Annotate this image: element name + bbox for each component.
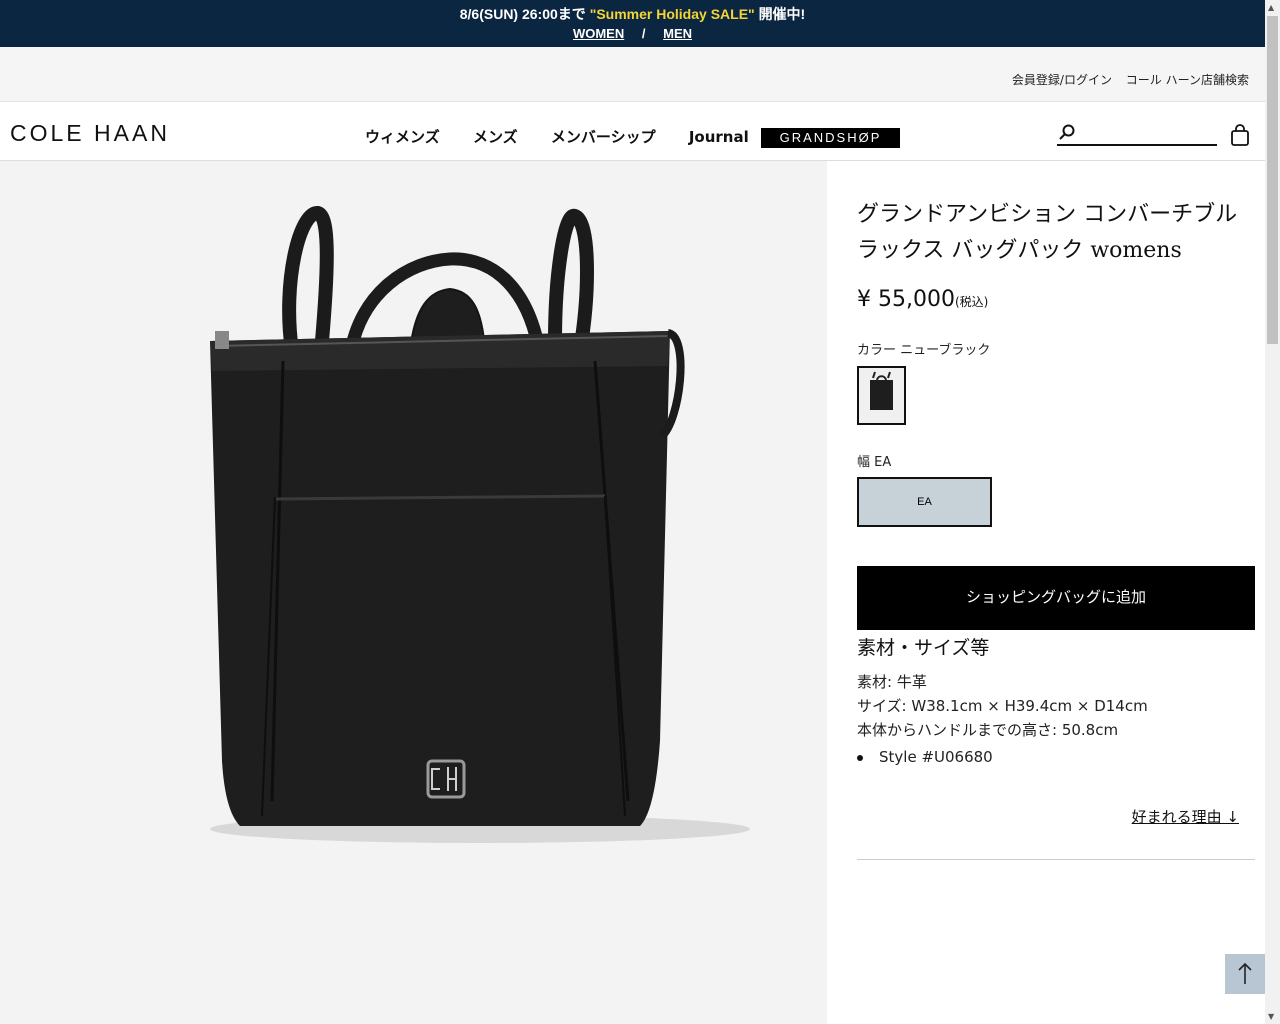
promo-women-link[interactable]: WOMEN <box>573 26 624 41</box>
page: 8/6(SUN) 26:00まで "Summer Holiday SALE" 開… <box>0 0 1280 1024</box>
spec-heading: 素材・サイズ等 <box>857 637 990 659</box>
search-input[interactable] <box>1079 122 1215 144</box>
spec-style: Style #U06680 <box>857 748 993 766</box>
promo-line: 8/6(SUN) 26:00まで "Summer Holiday SALE" 開… <box>0 4 1265 24</box>
promo-status: 開催中! <box>758 6 806 22</box>
grandshop-link[interactable]: GRANDSHØP <box>761 128 900 148</box>
add-to-bag-button[interactable]: ショッピングバッグに追加 <box>857 566 1255 630</box>
product-image[interactable] <box>0 161 827 1024</box>
color-label: カラー ニューブラック <box>857 343 991 358</box>
product-price: ¥ 55,000(税込) <box>857 287 988 312</box>
nav-journal[interactable]: Journal <box>689 128 749 146</box>
promo-men-link[interactable]: MEN <box>663 26 692 41</box>
search-box <box>1057 122 1217 146</box>
scroll-down-icon[interactable]: ▼ <box>1268 1012 1277 1021</box>
swatch-thumbnail <box>859 368 904 423</box>
divider <box>857 859 1255 860</box>
search-icon[interactable] <box>1059 124 1075 140</box>
spec-handle-height: 本体からハンドルまでの高さ: 50.8cm <box>857 721 1119 739</box>
promo-banner: 8/6(SUN) 26:00まで "Summer Holiday SALE" 開… <box>0 0 1265 47</box>
bag-icon[interactable] <box>1231 124 1249 146</box>
product-details: グランドアンビション コンバーチブル ラックス バッグパック womens ¥ … <box>857 161 1255 1024</box>
scroll-up-icon[interactable]: ▲ <box>1268 3 1277 12</box>
promo-separator: / <box>641 26 646 41</box>
bullet-icon <box>857 754 863 761</box>
nav-membership[interactable]: メンバーシップ <box>551 128 656 146</box>
spec-material: 素材: 牛革 <box>857 673 927 691</box>
spec-size: サイズ: W38.1cm × H39.4cm × D14cm <box>857 697 1148 715</box>
nav-women[interactable]: ウィメンズ <box>365 128 440 146</box>
scroll-thumb[interactable] <box>1267 16 1278 344</box>
site-header: COLE HAAN ウィメンズ メンズ メンバーシップ Journal GRAN… <box>0 102 1265 161</box>
product-image-area <box>0 161 827 1024</box>
nav-men[interactable]: メンズ <box>473 128 518 146</box>
brand-logo[interactable]: COLE HAAN <box>10 120 170 147</box>
main-nav: ウィメンズ メンズ メンバーシップ Journal <box>365 126 777 147</box>
promo-links: WOMEN / MEN <box>0 26 1265 41</box>
arrow-up-icon <box>1238 962 1252 984</box>
promo-sale-name: "Summer Holiday SALE" <box>589 6 755 22</box>
scrollbar[interactable]: ▲ ▼ <box>1265 0 1280 1024</box>
store-search-link[interactable]: コール ハーン店舗検索 <box>1126 73 1249 87</box>
price-value: ¥ 55,000 <box>857 287 955 312</box>
reason-link[interactable]: 好まれる理由 ↓ <box>1132 806 1239 827</box>
size-option-ea[interactable]: EA <box>857 477 992 527</box>
back-to-top-button[interactable] <box>1225 954 1265 994</box>
login-link[interactable]: 会員登録/ログイン <box>1012 73 1112 87</box>
tax-note: (税込) <box>954 295 989 309</box>
promo-date: 8/6(SUN) 26:00まで <box>459 6 586 22</box>
style-number: Style #U06680 <box>879 748 993 766</box>
utility-bar: 会員登録/ログイン コール ハーン店舗検索 <box>0 47 1265 102</box>
product-title: グランドアンビション コンバーチブル ラックス バッグパック womens <box>857 202 1238 263</box>
color-swatch[interactable] <box>857 366 906 425</box>
utility-links: 会員登録/ログイン コール ハーン店舗検索 <box>1002 71 1249 88</box>
width-label: 幅 EA <box>857 455 892 470</box>
